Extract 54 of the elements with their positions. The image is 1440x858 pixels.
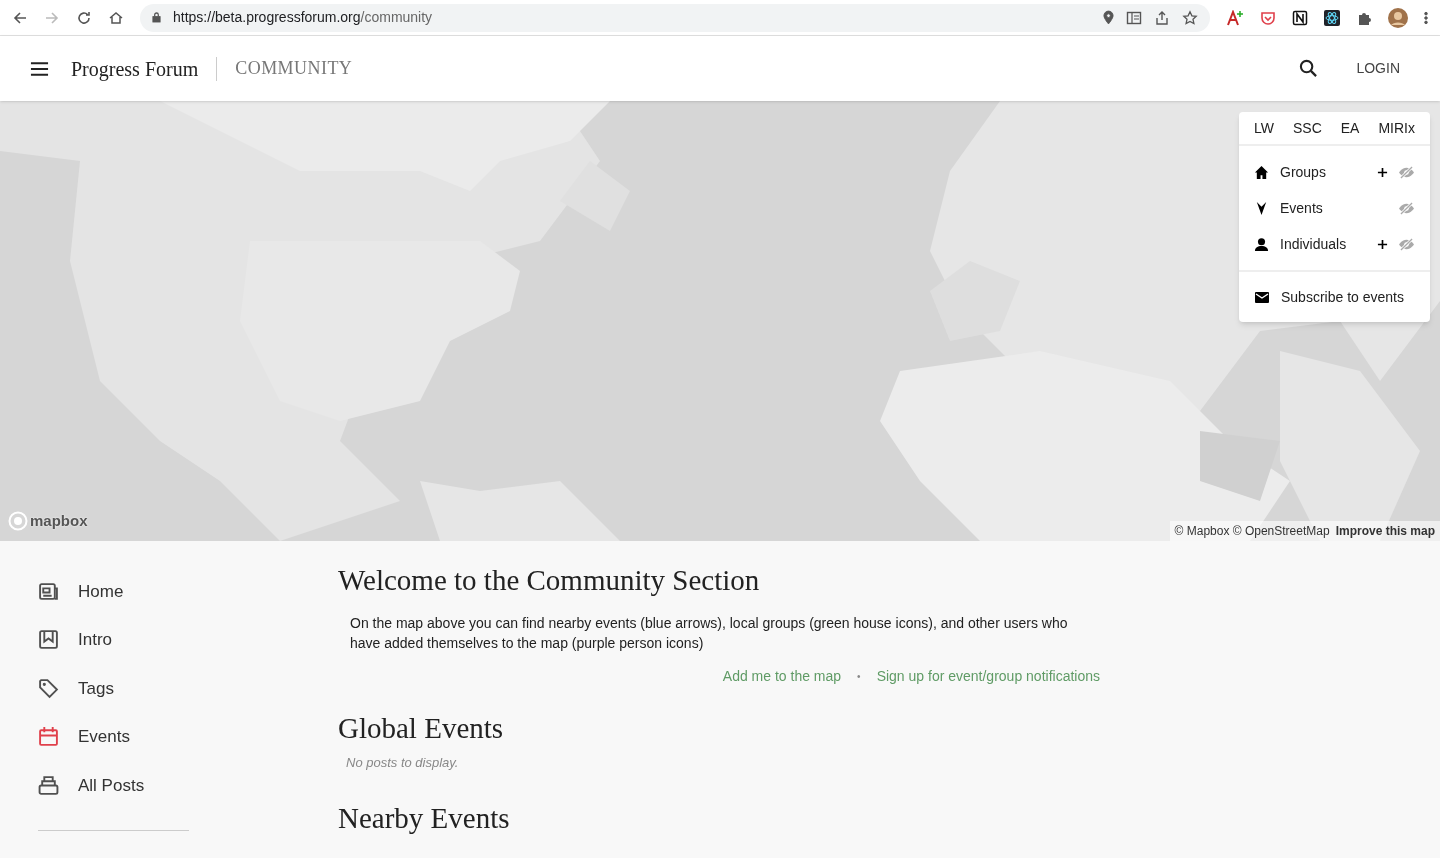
layer-label[interactable]: Events xyxy=(1280,197,1398,219)
house-icon xyxy=(1254,164,1269,180)
eye-off-icon[interactable] xyxy=(1398,237,1415,251)
reader-icon xyxy=(1126,9,1142,26)
plus-icon[interactable] xyxy=(1377,238,1388,250)
address-bar[interactable]: https://beta.progressforum.org/community xyxy=(140,3,1210,32)
envelope-icon xyxy=(1255,291,1269,303)
share-icon xyxy=(1154,9,1170,26)
sidebar-item[interactable]: Home xyxy=(38,567,338,616)
mapbox-logo[interactable]: mapbox xyxy=(30,509,88,532)
atom-icon xyxy=(1324,9,1340,26)
pocket-icon xyxy=(1260,9,1276,26)
site-title[interactable]: Progress Forum xyxy=(71,53,199,84)
intro-paragraph: On the map above you can find nearby events (blue arrows), local groups (green house icons), and other users who have added themselves to the map (purple person icons) xyxy=(350,614,1069,653)
url-text: https://beta.progressforum.org/community xyxy=(173,8,433,27)
eye-off-icon[interactable] xyxy=(1398,201,1415,215)
improve-map-link[interactable]: Improve this map xyxy=(1335,522,1435,540)
layer-label[interactable]: Groups xyxy=(1280,161,1377,183)
avatar-icon xyxy=(1388,7,1408,28)
section-heading: Global Events xyxy=(338,711,505,745)
map-tab[interactable]: EA xyxy=(1340,117,1360,139)
location-pin-icon xyxy=(1103,10,1114,25)
menu-icon xyxy=(30,61,49,76)
sidebar-item[interactable]: All Posts xyxy=(38,761,338,810)
font-extension-icon xyxy=(1226,9,1244,26)
reload-icon xyxy=(76,9,92,26)
search-icon xyxy=(1299,59,1319,78)
section-heading: Nearby Events xyxy=(338,800,511,835)
login-button[interactable]: LOGIN xyxy=(1348,54,1408,83)
back-icon xyxy=(12,9,28,26)
notion-icon xyxy=(1292,9,1308,26)
map-tab[interactable]: SSC xyxy=(1292,117,1322,139)
mapbox-logo-icon xyxy=(8,510,28,531)
sidebar-item[interactable]: Tags xyxy=(38,664,338,713)
sidebar-item[interactable]: Events xyxy=(38,712,338,761)
star-icon xyxy=(1182,9,1198,26)
person-icon xyxy=(1254,236,1269,252)
arrowhead-icon xyxy=(1254,200,1269,216)
subscribe-link[interactable]: Subscribe to events xyxy=(1281,286,1404,308)
sidebar-item[interactable]: Intro xyxy=(38,615,338,664)
more-icon xyxy=(1424,10,1428,25)
map-tab[interactable]: MIRIx xyxy=(1378,117,1415,139)
section-heading: Welcome to the Community Section xyxy=(338,563,761,597)
section-title[interactable]: COMMUNITY xyxy=(235,55,353,82)
empty-message: No posts to display. xyxy=(346,754,460,772)
map-tab[interactable]: LW xyxy=(1254,117,1274,139)
forward-icon xyxy=(44,9,60,26)
plus-icon[interactable] xyxy=(1377,166,1388,178)
layer-label[interactable]: Individuals xyxy=(1280,233,1377,255)
map-attribution[interactable]: © Mapbox © OpenStreetMap xyxy=(1174,522,1330,540)
separator-dot: • xyxy=(857,670,861,684)
eye-off-icon[interactable] xyxy=(1398,165,1415,179)
home-icon xyxy=(108,9,124,26)
lock-icon xyxy=(152,12,161,23)
